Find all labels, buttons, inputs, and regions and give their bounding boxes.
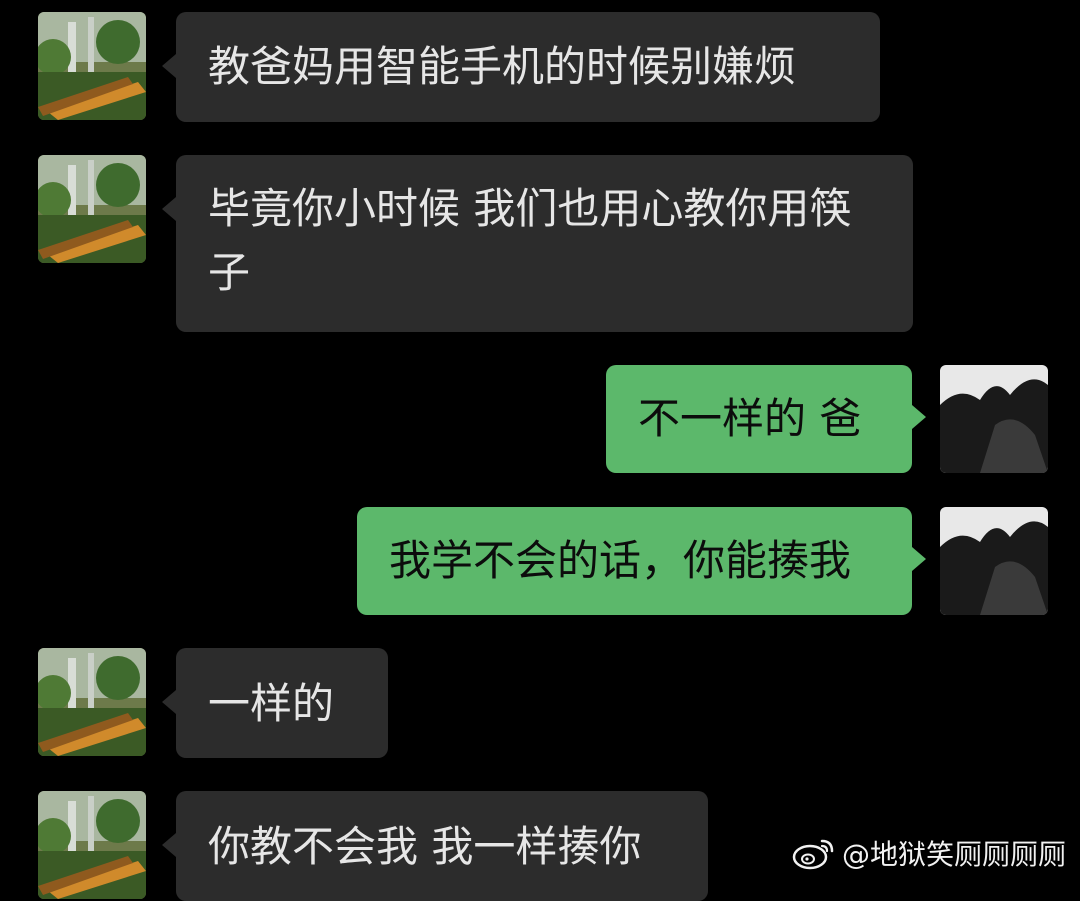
message-bubble[interactable]: 不一样的 爸 — [606, 365, 912, 473]
bubble-tail — [912, 405, 926, 429]
bubble-tail — [912, 547, 926, 571]
dad-avatar[interactable] — [38, 155, 146, 263]
bubble-tail — [162, 833, 176, 857]
bubble-tail — [162, 54, 176, 78]
my-avatar[interactable] — [940, 365, 1048, 473]
watermark-text: @地狱笑厕厕厕厕 — [841, 838, 1066, 871]
bubble-tail — [162, 197, 176, 221]
scenery-avatar-icon — [38, 12, 146, 120]
message-bubble[interactable]: 教爸妈用智能手机的时候别嫌烦 — [176, 12, 880, 122]
dad-avatar[interactable] — [38, 648, 146, 756]
bubble-tail — [162, 690, 176, 714]
message-bubble[interactable]: 你教不会我 我一样揍你 — [176, 791, 708, 901]
weibo-watermark: @地狱笑厕厕厕厕 — [792, 833, 1066, 873]
dad-avatar[interactable] — [38, 791, 146, 899]
scenery-avatar-icon — [38, 648, 146, 756]
scenery-avatar-icon — [38, 155, 146, 263]
message-bubble[interactable]: 毕竟你小时候 我们也用心教你用筷子 — [176, 155, 913, 332]
dark-figure-avatar-icon — [940, 365, 1048, 473]
scenery-avatar-icon — [38, 791, 146, 899]
message-bubble[interactable]: 我学不会的话，你能揍我 — [357, 507, 912, 615]
dark-figure-avatar-icon — [940, 507, 1048, 615]
message-bubble[interactable]: 一样的 — [176, 648, 388, 758]
dad-avatar[interactable] — [38, 12, 146, 120]
weibo-logo-icon — [792, 839, 834, 870]
my-avatar[interactable] — [940, 507, 1048, 615]
